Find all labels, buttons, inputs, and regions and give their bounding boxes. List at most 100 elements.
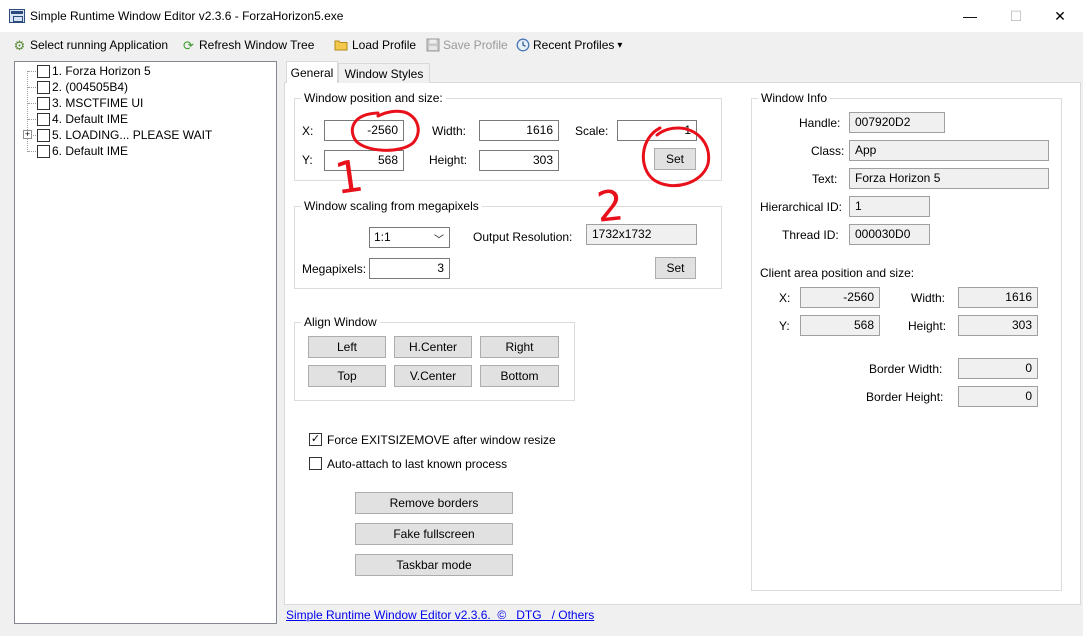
handle-field: 007920D2 xyxy=(849,112,945,133)
border-height-field: 0 xyxy=(958,386,1038,407)
align-bottom-button[interactable]: Bottom xyxy=(480,365,559,387)
x-input[interactable]: -2560 xyxy=(324,120,404,141)
handle-label: Handle: xyxy=(799,116,841,130)
class-field: App xyxy=(849,140,1049,161)
tree-item-checkbox[interactable] xyxy=(37,112,50,126)
tree-item-checkbox[interactable] xyxy=(37,80,50,94)
client-y-field: 568 xyxy=(800,315,880,336)
window-info-group-title: Window Info xyxy=(758,91,831,105)
minimize-button[interactable]: — xyxy=(947,0,993,32)
width-input[interactable]: 1616 xyxy=(479,120,559,141)
border-width-field: 0 xyxy=(958,358,1038,379)
set-position-button[interactable]: Set xyxy=(654,148,696,170)
scale-input[interactable]: 1 xyxy=(617,120,697,141)
text-field: Forza Horizon 5 xyxy=(849,168,1049,189)
window-tree[interactable]: 1. Forza Horizon 5 2. (004505B4) 3. MSCT… xyxy=(14,61,277,624)
tree-item[interactable]: 6. Default IME xyxy=(15,143,128,159)
tree-item-checkbox[interactable] xyxy=(37,128,50,142)
chevron-down-icon: ▾ xyxy=(617,39,623,51)
x-label: X: xyxy=(302,124,314,138)
force-exitsizemove-label: Force EXITSIZEMOVE after window resize xyxy=(327,433,556,447)
tree-connector xyxy=(28,151,36,152)
refresh-icon: ⟳ xyxy=(183,37,194,53)
client-height-label: Height: xyxy=(908,319,947,333)
tree-connector xyxy=(28,119,36,120)
load-profile-button[interactable]: Load Profile xyxy=(334,36,416,54)
tree-item-label: 2. (004505B4) xyxy=(52,80,129,94)
maximize-button[interactable]: ☐ xyxy=(993,0,1039,32)
scaling-group-title: Window scaling from megapixels xyxy=(301,199,482,213)
tab-window-styles[interactable]: Window Styles xyxy=(338,63,430,83)
border-width-label: Border Width: xyxy=(869,362,943,376)
tree-item-label: 5. LOADING... PLEASE WAIT xyxy=(52,128,213,142)
align-group: Align Window xyxy=(294,315,575,401)
taskbar-mode-button[interactable]: Taskbar mode xyxy=(355,554,513,576)
select-app-button[interactable]: ⚙ Select running Application xyxy=(12,36,168,54)
tree-item-label: 1. Forza Horizon 5 xyxy=(52,64,151,78)
y-input[interactable]: 568 xyxy=(324,150,404,171)
tree-item-checkbox[interactable] xyxy=(37,64,50,78)
tree-item[interactable]: 3. MSCTFIME UI xyxy=(15,95,143,111)
load-profile-label: Load Profile xyxy=(352,38,417,52)
align-vcenter-button[interactable]: V.Center xyxy=(394,365,472,387)
set-megapixels-button[interactable]: Set xyxy=(655,257,696,279)
client-width-field: 1616 xyxy=(958,287,1038,308)
height-label: Height: xyxy=(429,153,468,167)
tree-connector xyxy=(28,87,36,88)
megapixels-input[interactable]: 3 xyxy=(369,258,450,279)
auto-attach-label: Auto-attach to last known process xyxy=(327,457,508,471)
thread-id-label: Thread ID: xyxy=(782,228,839,242)
align-top-button[interactable]: Top xyxy=(308,365,386,387)
client-width-label: Width: xyxy=(911,291,946,305)
footer-credits-link[interactable]: Simple Runtime Window Editor v2.3.6. © D… xyxy=(286,608,594,622)
text-label: Text: xyxy=(812,172,838,186)
tree-item-checkbox[interactable] xyxy=(37,144,50,158)
refresh-tree-button[interactable]: ⟳ Refresh Window Tree xyxy=(181,36,314,54)
ratio-select[interactable]: 1:1 ﹀ xyxy=(369,227,450,248)
client-x-label: X: xyxy=(779,291,791,305)
client-height-field: 303 xyxy=(958,315,1038,336)
tree-connector xyxy=(28,71,36,72)
align-hcenter-button[interactable]: H.Center xyxy=(394,336,472,358)
auto-attach-checkbox[interactable] xyxy=(309,457,322,470)
thread-id-field: 000030D0 xyxy=(849,224,930,245)
folder-icon xyxy=(334,38,349,53)
tree-item-label: 6. Default IME xyxy=(52,144,129,158)
tree-item[interactable]: 1. Forza Horizon 5 xyxy=(15,63,151,79)
width-label: Width: xyxy=(432,124,467,138)
hierarchical-id-field: 1 xyxy=(849,196,930,217)
ratio-select-value: 1:1 xyxy=(374,230,391,244)
chevron-down-icon: ﹀ xyxy=(434,235,444,246)
tab-general[interactable]: General xyxy=(286,61,338,83)
fake-fullscreen-button[interactable]: Fake fullscreen xyxy=(355,523,513,545)
output-resolution-label: Output Resolution: xyxy=(473,230,573,244)
force-exitsizemove-checkbox[interactable]: ✓ xyxy=(309,433,322,446)
client-y-label: Y: xyxy=(779,319,790,333)
close-button[interactable]: ✕ xyxy=(1037,0,1083,32)
align-left-button[interactable]: Left xyxy=(308,336,386,358)
tree-item[interactable]: 4. Default IME xyxy=(15,111,128,127)
tree-connector xyxy=(28,103,36,104)
client-x-field: -2560 xyxy=(800,287,880,308)
expand-plus-icon[interactable]: + xyxy=(23,130,32,139)
tree-item[interactable]: 2. (004505B4) xyxy=(15,79,128,95)
tree-item-checkbox[interactable] xyxy=(37,96,50,110)
output-resolution-field: 1732x1732 xyxy=(586,224,697,245)
recent-profiles-dropdown[interactable]: Recent Profiles ▾ xyxy=(515,36,622,54)
select-app-label: Select running Application xyxy=(30,38,169,52)
border-height-label: Border Height: xyxy=(866,390,944,404)
position-size-group-title: Window position and size: xyxy=(301,91,446,105)
class-label: Class: xyxy=(811,144,845,158)
scale-label: Scale: xyxy=(575,124,609,138)
align-group-title: Align Window xyxy=(301,315,380,329)
gear-icon: ⚙ xyxy=(13,37,26,53)
height-input[interactable]: 303 xyxy=(479,150,559,171)
floppy-disk-icon xyxy=(425,38,440,53)
align-right-button[interactable]: Right xyxy=(480,336,559,358)
recent-profiles-label: Recent Profiles xyxy=(533,38,615,52)
clock-icon xyxy=(515,38,530,53)
tree-item[interactable]: + 5. LOADING... PLEASE WAIT xyxy=(15,127,212,143)
remove-borders-button[interactable]: Remove borders xyxy=(355,492,513,514)
save-profile-button[interactable]: Save Profile xyxy=(425,36,508,54)
megapixels-label: Megapixels: xyxy=(302,262,367,276)
